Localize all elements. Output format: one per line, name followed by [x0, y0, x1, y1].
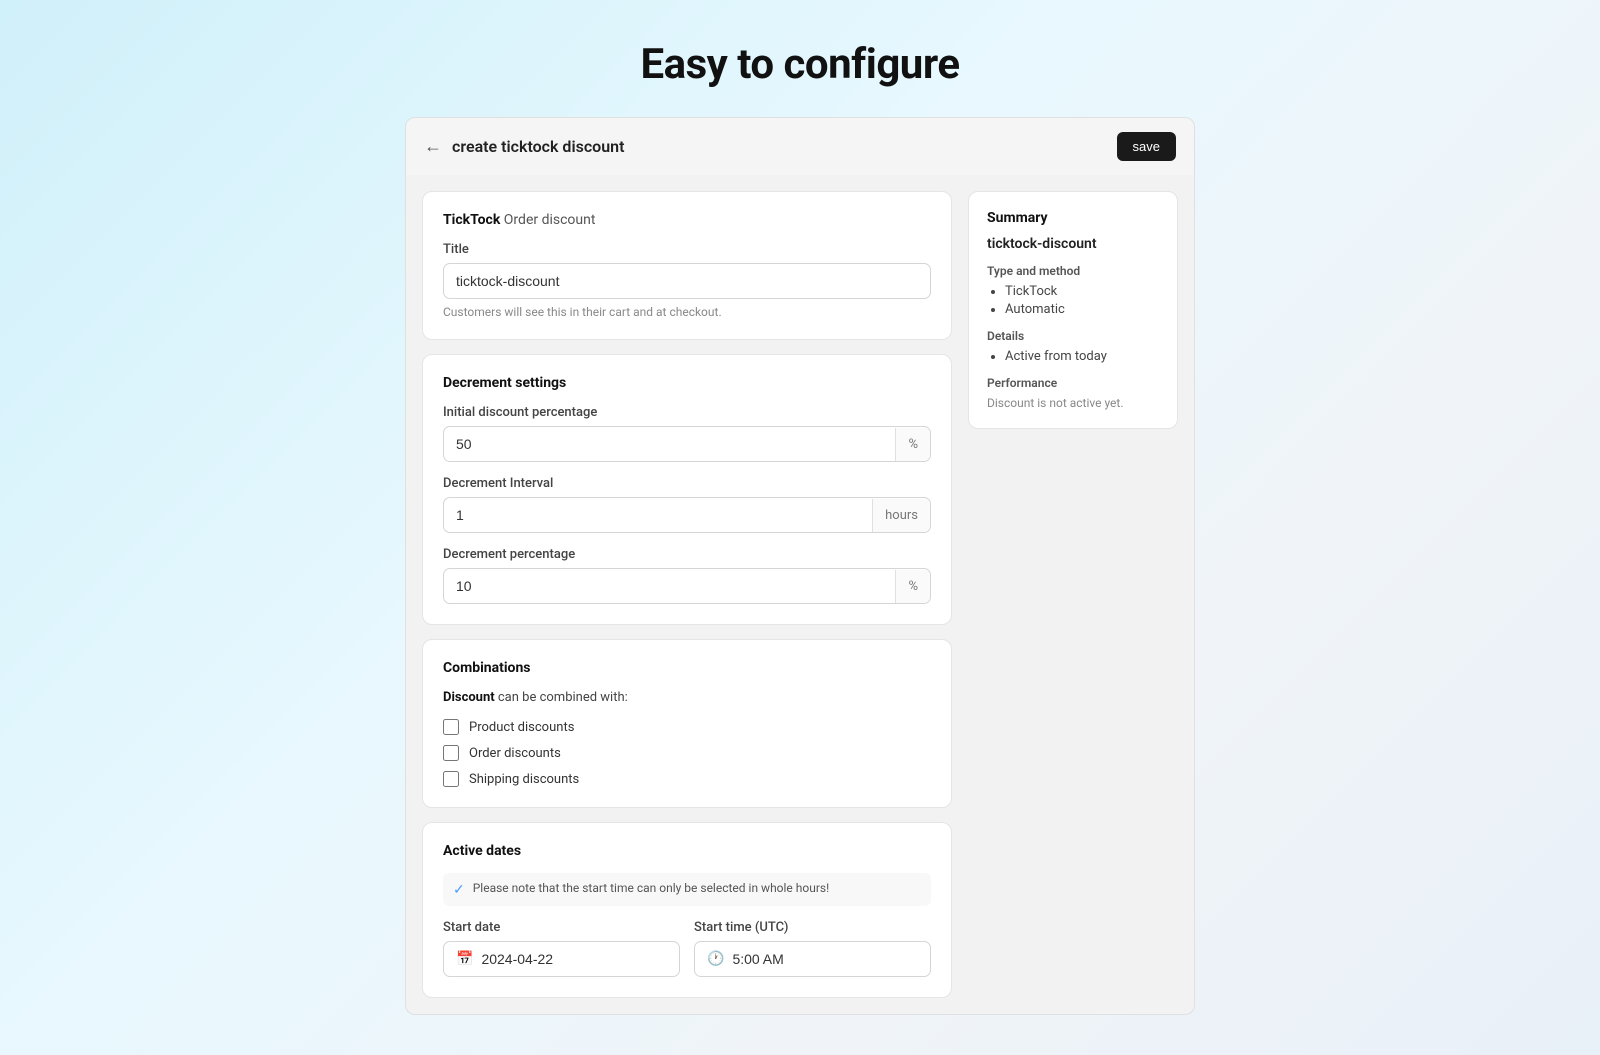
discount-type-header: TickTock Order discount: [443, 212, 931, 228]
summary-discount-name: ticktock-discount: [987, 236, 1159, 252]
discount-type-rest: Order discount: [500, 212, 595, 228]
summary-type-method-title: Type and method: [987, 264, 1159, 278]
summary-card: Summary ticktock-discount Type and metho…: [968, 191, 1178, 429]
decrement-settings-card: Decrement settings Initial discount perc…: [422, 354, 952, 625]
combinations-intro: Discount can be combined with:: [443, 690, 931, 705]
checkbox-shipping-discounts-label: Shipping discounts: [469, 772, 579, 787]
start-time-field: Start time (UTC) 🕐: [694, 920, 931, 977]
combinations-rest: can be combined with:: [495, 690, 628, 705]
active-dates-card: Active dates ✓ Please note that the star…: [422, 822, 952, 998]
start-date-input-wrapper: 📅: [443, 941, 680, 977]
checkbox-product-discounts[interactable]: Product discounts: [443, 719, 931, 735]
active-dates-notice-text: Please note that the start time can only…: [473, 881, 829, 895]
initial-discount-input-wrapper: %: [443, 426, 931, 462]
decrement-interval-suffix: hours: [872, 499, 930, 532]
decrement-interval-input[interactable]: [444, 498, 872, 532]
page-title: Easy to configure: [640, 40, 959, 89]
summary-performance-text: Discount is not active yet.: [987, 396, 1159, 410]
start-date-field: Start date 📅: [443, 920, 680, 977]
summary-type-method-list: TickTock Automatic: [987, 284, 1159, 317]
decrement-percentage-field: Decrement percentage %: [443, 547, 931, 604]
summary-title: Summary: [987, 210, 1159, 226]
left-column: TickTock Order discount Title Customers …: [422, 191, 952, 998]
active-dates-card-title: Active dates: [443, 843, 931, 859]
content-area: TickTock Order discount Title Customers …: [405, 175, 1195, 1015]
decrement-percentage-suffix: %: [895, 570, 930, 603]
combinations-card-title: Combinations: [443, 660, 931, 676]
combinations-checkbox-group: Product discounts Order discounts Shippi…: [443, 719, 931, 787]
start-time-label: Start time (UTC): [694, 920, 931, 935]
discount-type-bold: TickTock: [443, 212, 500, 228]
combinations-card: Combinations Discount can be combined wi…: [422, 639, 952, 808]
decrement-interval-label: Decrement Interval: [443, 476, 931, 491]
initial-discount-field: Initial discount percentage %: [443, 405, 931, 462]
info-icon: ✓: [453, 882, 465, 898]
summary-method-item: Automatic: [1005, 302, 1159, 317]
clock-icon: 🕐: [707, 951, 724, 967]
start-time-input[interactable]: [732, 951, 918, 967]
checkbox-shipping-discounts-input[interactable]: [443, 771, 459, 787]
right-column: Summary ticktock-discount Type and metho…: [968, 191, 1178, 998]
start-date-input[interactable]: [481, 951, 667, 967]
save-button[interactable]: save: [1117, 132, 1176, 161]
discount-title-card: TickTock Order discount Title Customers …: [422, 191, 952, 340]
checkbox-order-discounts-input[interactable]: [443, 745, 459, 761]
title-label: Title: [443, 242, 931, 257]
active-dates-notice: ✓ Please note that the start time can on…: [443, 873, 931, 906]
summary-type-item: TickTock: [1005, 284, 1159, 299]
decrement-interval-input-wrapper: hours: [443, 497, 931, 533]
combinations-bold: Discount: [443, 690, 495, 705]
initial-discount-suffix: %: [895, 428, 930, 461]
decrement-percentage-label: Decrement percentage: [443, 547, 931, 562]
start-date-label: Start date: [443, 920, 680, 935]
page-header-title: create ticktock discount: [452, 137, 624, 156]
title-field-group: Title Customers will see this in their c…: [443, 242, 931, 319]
initial-discount-input[interactable]: [444, 427, 895, 461]
title-input-wrapper: [443, 263, 931, 299]
decrement-percentage-input[interactable]: [444, 569, 895, 603]
summary-details-list: Active from today: [987, 349, 1159, 364]
calendar-icon: 📅: [456, 951, 473, 967]
summary-performance-title: Performance: [987, 376, 1159, 390]
checkbox-product-discounts-label: Product discounts: [469, 720, 574, 735]
checkbox-order-discounts-label: Order discounts: [469, 746, 561, 761]
decrement-interval-field: Decrement Interval hours: [443, 476, 931, 533]
header-bar: ← create ticktock discount save: [405, 117, 1195, 175]
checkbox-order-discounts[interactable]: Order discounts: [443, 745, 931, 761]
title-input[interactable]: [444, 264, 930, 298]
decrement-percentage-input-wrapper: %: [443, 568, 931, 604]
dates-row: Start date 📅 Start time (UTC) 🕐: [443, 920, 931, 977]
start-time-input-wrapper: 🕐: [694, 941, 931, 977]
summary-details-title: Details: [987, 329, 1159, 343]
checkbox-shipping-discounts[interactable]: Shipping discounts: [443, 771, 931, 787]
initial-discount-label: Initial discount percentage: [443, 405, 931, 420]
checkbox-product-discounts-input[interactable]: [443, 719, 459, 735]
back-button[interactable]: ←: [424, 136, 442, 157]
summary-details-item: Active from today: [1005, 349, 1159, 364]
title-hint: Customers will see this in their cart an…: [443, 305, 931, 319]
decrement-card-title: Decrement settings: [443, 375, 931, 391]
